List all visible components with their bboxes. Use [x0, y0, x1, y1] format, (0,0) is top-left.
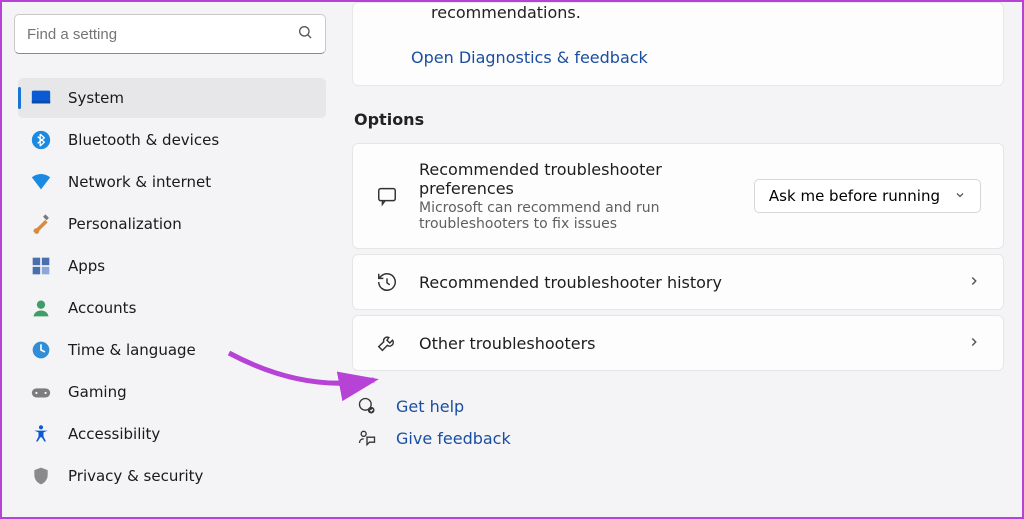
- sidebar-item-personalization[interactable]: Personalization: [18, 204, 326, 244]
- footer-links: Get help Give feedback: [352, 396, 1004, 448]
- apps-icon: [30, 255, 52, 277]
- history-icon: [375, 271, 399, 293]
- sidebar-item-label: Gaming: [68, 383, 127, 401]
- diagnostics-feedback-link[interactable]: Open Diagnostics & feedback: [411, 48, 648, 67]
- feedback-icon: [356, 428, 378, 448]
- get-help-link[interactable]: Get help: [396, 397, 464, 416]
- sidebar-item-privacy[interactable]: Privacy & security: [18, 456, 326, 496]
- sidebar-item-label: Bluetooth & devices: [68, 131, 219, 149]
- chevron-down-icon: [954, 187, 966, 205]
- dropdown-value: Ask me before running: [769, 187, 940, 205]
- wrench-icon: [375, 332, 399, 354]
- sidebar-item-apps[interactable]: Apps: [18, 246, 326, 286]
- row-title: Recommended troubleshooter preferences: [419, 160, 734, 198]
- search-input[interactable]: [27, 26, 297, 43]
- bluetooth-icon: [30, 129, 52, 151]
- sidebar-item-label: Accounts: [68, 299, 136, 317]
- sidebar-item-label: Privacy & security: [68, 467, 203, 485]
- row-troubleshooter-preferences[interactable]: Recommended troubleshooter preferences M…: [352, 143, 1004, 249]
- sidebar-item-label: Personalization: [68, 215, 182, 233]
- preferences-dropdown[interactable]: Ask me before running: [754, 179, 981, 213]
- row-title: Other troubleshooters: [419, 334, 947, 353]
- top-info-card: recommendations. Open Diagnostics & feed…: [352, 2, 1004, 86]
- sidebar-item-system[interactable]: System: [18, 78, 326, 118]
- sidebar-item-accessibility[interactable]: Accessibility: [18, 414, 326, 454]
- settings-sidebar: System Bluetooth & devices Network & int…: [2, 2, 334, 517]
- row-troubleshooter-history[interactable]: Recommended troubleshooter history: [352, 254, 1004, 310]
- chevron-right-icon: [967, 334, 981, 353]
- sidebar-item-bluetooth[interactable]: Bluetooth & devices: [18, 120, 326, 160]
- row-title: Recommended troubleshooter history: [419, 273, 947, 292]
- get-help-row: Get help: [356, 396, 1004, 416]
- shield-icon: [30, 465, 52, 487]
- sidebar-item-label: Time & language: [68, 341, 196, 359]
- sidebar-item-accounts[interactable]: Accounts: [18, 288, 326, 328]
- sidebar-item-label: Accessibility: [68, 425, 160, 443]
- sidebar-nav: System Bluetooth & devices Network & int…: [18, 78, 326, 498]
- help-icon: [356, 396, 378, 416]
- give-feedback-link[interactable]: Give feedback: [396, 429, 511, 448]
- sidebar-item-time-language[interactable]: Time & language: [18, 330, 326, 370]
- person-icon: [30, 297, 52, 319]
- accessibility-icon: [30, 423, 52, 445]
- sidebar-item-label: Apps: [68, 257, 105, 275]
- clock-globe-icon: [30, 339, 52, 361]
- search-icon: [297, 24, 313, 44]
- sidebar-item-network[interactable]: Network & internet: [18, 162, 326, 202]
- row-subtitle: Microsoft can recommend and run troubles…: [419, 200, 734, 232]
- sidebar-item-label: Network & internet: [68, 173, 211, 191]
- search-box[interactable]: [14, 14, 326, 54]
- sidebar-item-gaming[interactable]: Gaming: [18, 372, 326, 412]
- recommendations-text: recommendations.: [431, 3, 975, 22]
- wifi-icon: [30, 171, 52, 193]
- paintbrush-icon: [30, 213, 52, 235]
- row-other-troubleshooters[interactable]: Other troubleshooters: [352, 315, 1004, 371]
- gamepad-icon: [30, 381, 52, 403]
- chat-icon: [375, 185, 399, 207]
- options-heading: Options: [354, 110, 1004, 129]
- sidebar-item-label: System: [68, 89, 124, 107]
- chevron-right-icon: [967, 273, 981, 292]
- give-feedback-row: Give feedback: [356, 428, 1004, 448]
- system-icon: [30, 87, 52, 109]
- main-content: recommendations. Open Diagnostics & feed…: [334, 2, 1022, 517]
